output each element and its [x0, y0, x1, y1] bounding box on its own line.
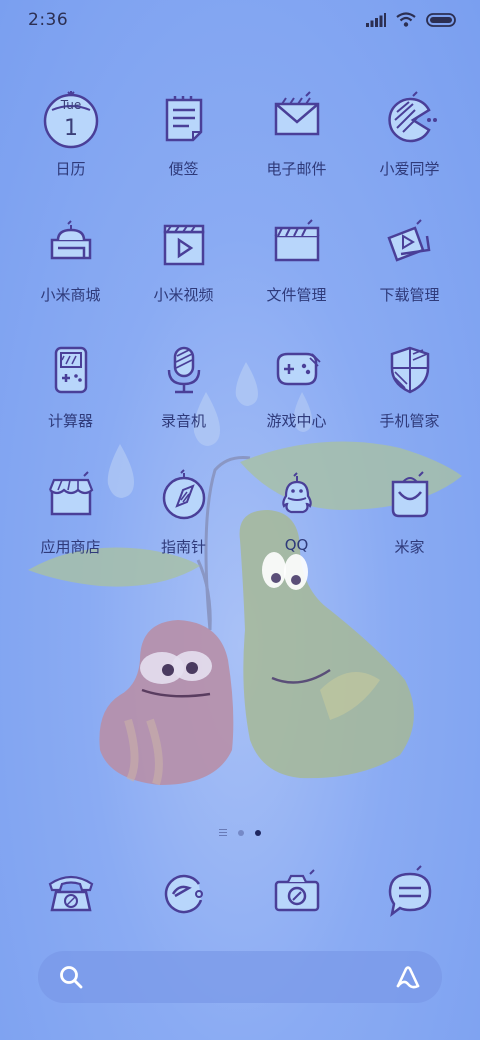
- svg-text:Tue: Tue: [59, 98, 81, 112]
- browser-icon: [164, 874, 203, 914]
- calendar-icon: Tue 1: [43, 91, 98, 149]
- app-label: 应用商店: [40, 538, 101, 556]
- security-icon: [390, 346, 429, 394]
- app-security[interactable]: 手机管家: [353, 340, 466, 450]
- app-qq[interactable]: QQ: [240, 466, 353, 576]
- video-icon: [163, 224, 204, 266]
- app-label: 电子邮件: [266, 160, 327, 178]
- app-notes[interactable]: 便签: [127, 88, 240, 198]
- page-indicator[interactable]: [0, 829, 480, 836]
- wifi-icon: [396, 12, 416, 27]
- app-video[interactable]: 小米视频: [127, 214, 240, 324]
- assistant-icon[interactable]: [394, 963, 422, 991]
- app-label: 游戏中心: [266, 412, 327, 430]
- status-bar: 2:36: [0, 0, 480, 40]
- battery-icon: [426, 12, 456, 27]
- qq-icon: [281, 472, 312, 514]
- game-center-icon: [276, 352, 321, 386]
- search-bar[interactable]: [38, 951, 442, 1003]
- recorder-icon: [167, 346, 200, 394]
- app-calendar[interactable]: Tue 1 日历: [14, 88, 127, 198]
- app-label: 小米视频: [153, 286, 214, 304]
- notes-icon: [165, 96, 202, 142]
- phone-icon: [48, 875, 93, 912]
- email-icon: [274, 91, 319, 136]
- app-calculator[interactable]: 计算器: [14, 340, 127, 450]
- file-manager-icon: [274, 219, 319, 262]
- app-email[interactable]: 电子邮件: [240, 88, 353, 198]
- app-label: 计算器: [47, 412, 93, 430]
- dock-phone[interactable]: [14, 862, 127, 932]
- app-file-manager[interactable]: 文件管理: [240, 214, 353, 324]
- dock-camera[interactable]: [240, 862, 353, 932]
- menu-lines-icon: [219, 829, 227, 836]
- compass-icon: [162, 469, 205, 520]
- app-label: 日历: [55, 160, 86, 178]
- page-dot: [238, 829, 244, 836]
- dock-browser[interactable]: [127, 862, 240, 932]
- app-label: 文件管理: [266, 286, 327, 304]
- dock-messages[interactable]: [353, 862, 466, 932]
- camera-icon: [274, 869, 319, 912]
- app-label: 小爱同学: [379, 160, 440, 178]
- calculator-icon: [54, 346, 87, 394]
- svg-text:1: 1: [64, 116, 78, 141]
- app-game-center[interactable]: 游戏中心: [240, 340, 353, 450]
- app-label: 便签: [168, 160, 199, 178]
- search-icon[interactable]: [58, 964, 84, 990]
- app-label: 指南针: [160, 538, 206, 556]
- app-app-store[interactable]: 应用商店: [14, 466, 127, 576]
- signal-icon: [366, 12, 386, 27]
- app-label: 录音机: [160, 412, 206, 430]
- app-store-icon: [48, 471, 93, 516]
- app-label: 小米商城: [40, 286, 101, 304]
- app-label: 下载管理: [379, 286, 440, 304]
- app-recorder[interactable]: 录音机: [127, 340, 240, 450]
- dock: [14, 862, 466, 932]
- clock: 2:36: [28, 10, 69, 30]
- page-dot-active: [255, 829, 261, 836]
- app-compass[interactable]: 指南针: [127, 466, 240, 576]
- app-downloads[interactable]: 下载管理: [353, 214, 466, 324]
- mi-store-icon: [50, 220, 91, 260]
- app-label: 米家: [394, 538, 425, 556]
- downloads-icon: [386, 219, 430, 262]
- app-mijia[interactable]: 米家: [353, 466, 466, 576]
- app-label: 手机管家: [379, 412, 440, 430]
- messages-icon: [388, 865, 431, 917]
- mijia-icon: [391, 471, 428, 518]
- app-xiaoai[interactable]: 小爱同学: [353, 88, 466, 198]
- app-mi-store[interactable]: 小米商城: [14, 214, 127, 324]
- app-label: QQ: [284, 536, 309, 554]
- xiaoai-icon: [387, 91, 437, 143]
